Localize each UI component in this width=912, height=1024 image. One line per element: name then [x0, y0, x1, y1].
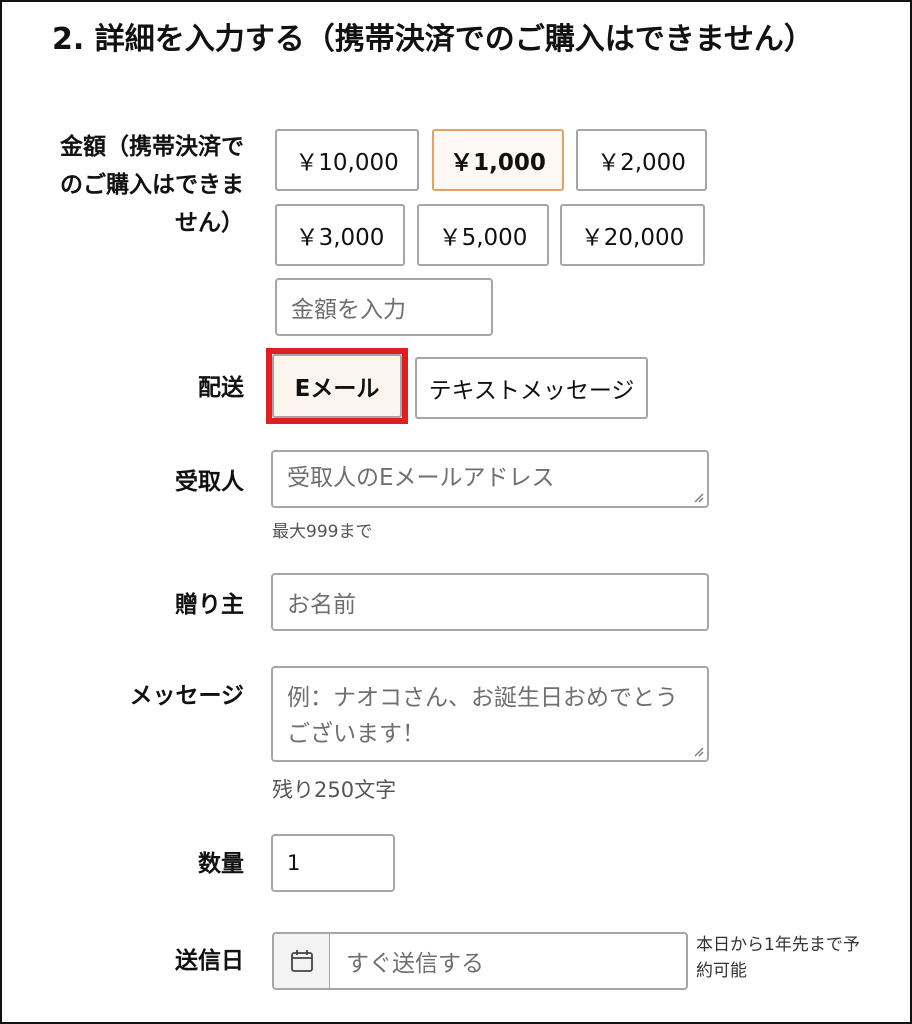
resize-grip-icon[interactable]: [692, 745, 704, 757]
amount-label: 金額（携帯決済でのご購入はできません）: [60, 134, 244, 236]
date-picker-button[interactable]: [272, 932, 330, 990]
custom-amount-input[interactable]: 金額を入力: [275, 278, 493, 336]
recipient-label: 受取人: [175, 469, 244, 495]
amount-option-5000[interactable]: ￥5,000: [417, 204, 549, 266]
delivery-email-button[interactable]: Eメール: [272, 354, 402, 418]
gift-card-details-panel: 2. 詳細を入力する（携帯決済でのご購入はできません） 金額（携帯決済でのご購入…: [0, 0, 912, 1024]
resize-grip-icon[interactable]: [692, 491, 704, 503]
amount-option-20000[interactable]: ￥20,000: [560, 204, 705, 266]
message-char-count: 残り250文字: [272, 778, 397, 802]
section-title: 2. 詳細を入力する（携帯決済でのご購入はできません）: [52, 22, 814, 57]
amount-option-10000[interactable]: ￥10,000: [275, 129, 419, 191]
message-textarea[interactable]: 例：ナオコさん、お誕生日おめでとうございます！: [271, 666, 709, 762]
send-date-label: 送信日: [175, 948, 244, 974]
delivery-text-message-button[interactable]: テキストメッセージ: [415, 357, 648, 419]
recipient-email-input[interactable]: 受取人のEメールアドレス: [271, 450, 709, 508]
amount-option-1000[interactable]: ￥1,000: [432, 129, 564, 191]
send-date-input[interactable]: すぐ送信する: [329, 932, 688, 990]
message-placeholder: 例：ナオコさん、お誕生日おめでとうございます！: [287, 685, 678, 747]
send-date-note: 本日から1年先まで予約可能: [696, 935, 860, 981]
amount-option-2000[interactable]: ￥2,000: [576, 129, 707, 191]
delivery-label: 配送: [198, 375, 244, 401]
message-label: メッセージ: [129, 683, 244, 709]
calendar-icon: [290, 950, 313, 972]
recipient-placeholder: 受取人のEメールアドレス: [287, 465, 555, 491]
quantity-input[interactable]: 1: [271, 834, 395, 892]
sender-name-input[interactable]: お名前: [271, 573, 709, 631]
sender-label: 贈り主: [175, 592, 244, 618]
amount-option-3000[interactable]: ￥3,000: [275, 204, 405, 266]
quantity-label: 数量: [198, 851, 244, 877]
recipient-hint: 最大999まで: [272, 522, 373, 542]
